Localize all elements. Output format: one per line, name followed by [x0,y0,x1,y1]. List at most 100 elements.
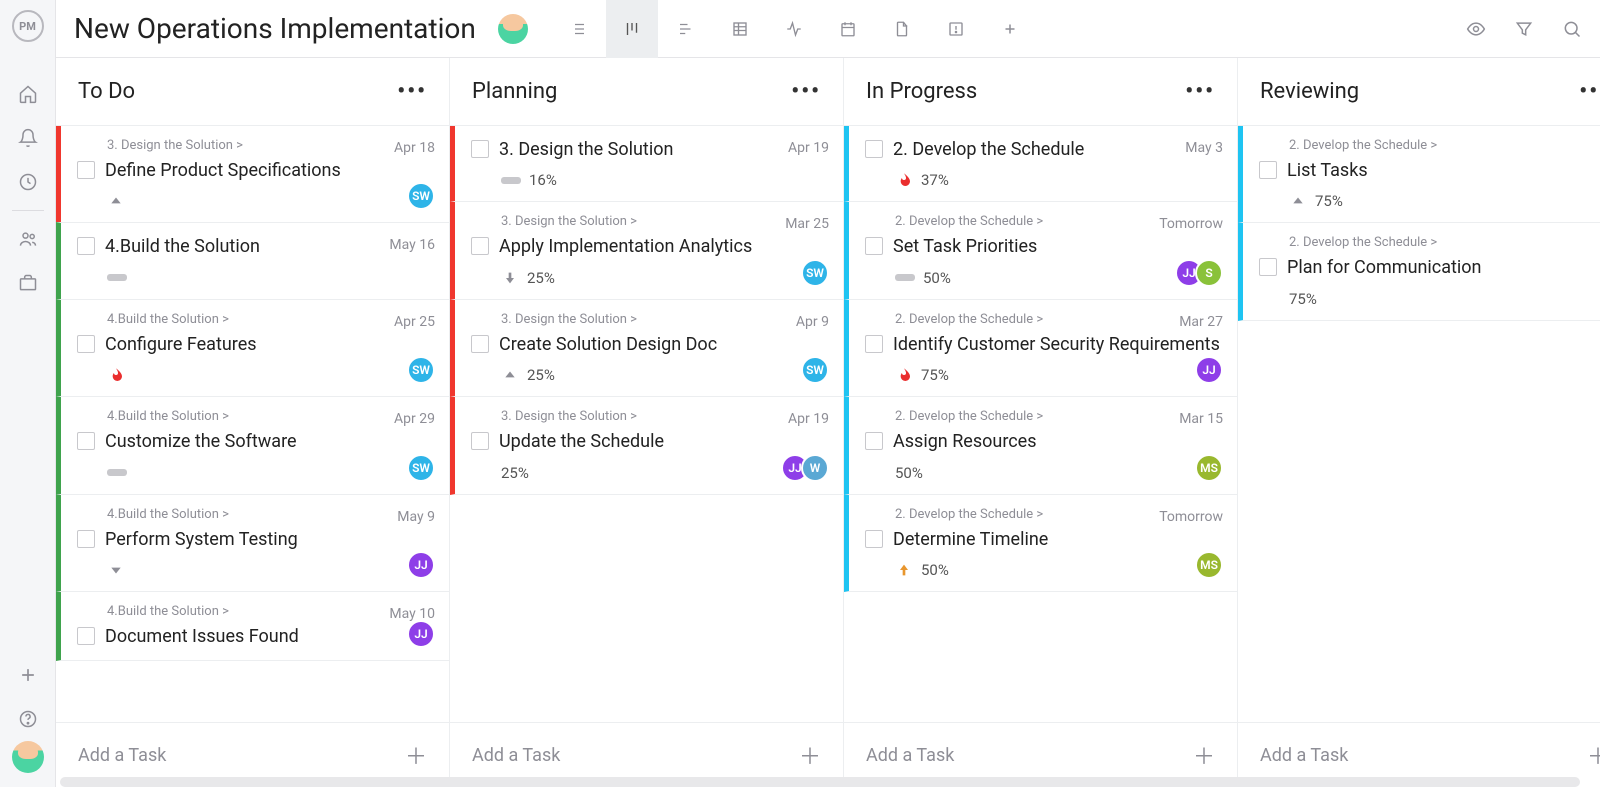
task-card[interactable]: 4.Build the Solution >Configure Features… [56,299,449,397]
card-breadcrumb[interactable]: 3. Design the Solution > [501,312,829,327]
task-checkbox[interactable] [77,627,95,645]
task-card[interactable]: 4.Build the SolutionMay 16 [56,222,449,299]
nav-notifications-icon[interactable] [0,116,56,160]
assignee-avatar[interactable]: JJ [407,620,435,648]
task-due-date: Apr 19 [788,411,829,427]
card-breadcrumb[interactable]: 2. Develop the Schedule > [1289,235,1600,250]
card-breadcrumb[interactable]: 3. Design the Solution > [107,138,435,153]
task-checkbox[interactable] [471,237,489,255]
view-calendar-icon[interactable] [822,0,874,58]
task-card[interactable]: 4.Build the Solution >Document Issues Fo… [56,591,449,661]
assignee-avatar[interactable]: JJ [407,551,435,579]
task-card[interactable]: 3. Design the Solution >Apply Implementa… [450,201,843,299]
task-card[interactable]: 2. Develop the Schedule >Determine Timel… [844,494,1237,592]
card-breadcrumb[interactable]: 2. Develop the Schedule > [895,312,1223,327]
board-column: Reviewing•••2. Develop the Schedule >Lis… [1238,58,1600,787]
view-add-icon[interactable] [984,0,1036,58]
card-meta [107,192,435,210]
assignee-avatar[interactable]: S [1195,259,1223,287]
assignee-avatar[interactable]: JJ [1195,356,1223,384]
nav-team-icon[interactable] [0,217,56,261]
task-card[interactable]: 2. Develop the Schedule >Identify Custom… [844,299,1237,397]
assignee-avatar[interactable]: MS [1195,454,1223,482]
progress-bar-icon [895,274,915,281]
task-card[interactable]: 3. Design the SolutionApr 1916% [450,126,843,202]
card-breadcrumb[interactable]: 4.Build the Solution > [107,312,435,327]
task-checkbox[interactable] [1259,258,1277,276]
view-risks-icon[interactable] [930,0,982,58]
card-breadcrumb[interactable]: 3. Design the Solution > [501,214,829,229]
card-breadcrumb[interactable]: 4.Build the Solution > [107,507,435,522]
assignee-avatar[interactable]: MS [1195,551,1223,579]
card-meta: 50% [895,464,1223,482]
view-board-icon[interactable] [606,0,658,58]
task-checkbox[interactable] [77,335,95,353]
task-assignees: JJW [781,454,829,482]
priority-fire-icon [107,366,125,384]
task-card[interactable]: 2. Develop the Schedule >Plan for Commun… [1238,222,1600,320]
task-card[interactable]: 4.Build the Solution >Perform System Tes… [56,494,449,592]
view-files-icon[interactable] [876,0,928,58]
task-checkbox[interactable] [77,432,95,450]
assignee-avatar[interactable]: SW [407,454,435,482]
priority-high-icon [501,366,519,384]
assignee-avatar[interactable]: SW [801,356,829,384]
task-card[interactable]: 3. Design the Solution >Define Product S… [56,126,449,223]
task-checkbox[interactable] [865,237,883,255]
task-checkbox[interactable] [865,530,883,548]
assignee-avatar[interactable]: SW [801,259,829,287]
column-cards[interactable]: 3. Design the Solution >Define Product S… [56,126,449,722]
view-sheet-icon[interactable] [714,0,766,58]
task-card[interactable]: 2. Develop the ScheduleMay 337% [844,126,1237,202]
app-logo[interactable]: PM [12,10,44,42]
task-card[interactable]: 2. Develop the Schedule >Set Task Priori… [844,201,1237,299]
column-menu-icon[interactable]: ••• [1579,79,1600,104]
nav-projects-icon[interactable] [0,261,56,305]
assignee-avatar[interactable]: SW [407,356,435,384]
task-checkbox[interactable] [865,335,883,353]
card-breadcrumb[interactable]: 2. Develop the Schedule > [1289,138,1600,153]
view-activity-icon[interactable] [768,0,820,58]
task-checkbox[interactable] [865,432,883,450]
task-checkbox[interactable] [77,530,95,548]
task-progress: 16% [529,171,557,189]
task-card[interactable]: 2. Develop the Schedule >List Tasks75% [1238,126,1600,223]
task-checkbox[interactable] [77,161,95,179]
nav-recent-icon[interactable] [0,160,56,204]
nav-help-icon[interactable] [0,697,56,741]
assignee-avatar[interactable]: W [801,454,829,482]
task-checkbox[interactable] [77,237,95,255]
search-icon[interactable] [1562,19,1582,39]
nav-home-icon[interactable] [0,72,56,116]
task-checkbox[interactable] [471,140,489,158]
card-breadcrumb[interactable]: 3. Design the Solution > [501,409,829,424]
board[interactable]: To Do•••3. Design the Solution >Define P… [56,58,1600,787]
card-breadcrumb[interactable]: 4.Build the Solution > [107,409,435,424]
task-card[interactable]: 4.Build the Solution >Customize the Soft… [56,396,449,494]
column-cards[interactable]: 2. Develop the ScheduleMay 337%2. Develo… [844,126,1237,722]
view-list-icon[interactable] [552,0,604,58]
column-menu-icon[interactable]: ••• [791,79,821,104]
column-menu-icon[interactable]: ••• [1185,79,1215,104]
assignee-avatar[interactable]: SW [407,182,435,210]
filter-icon[interactable] [1514,19,1534,39]
task-checkbox[interactable] [865,140,883,158]
column-cards[interactable]: 3. Design the SolutionApr 1916%3. Design… [450,126,843,722]
plus-icon: ＋ [405,739,427,771]
task-card[interactable]: 2. Develop the Schedule >Assign Resource… [844,396,1237,494]
card-breadcrumb[interactable]: 2. Develop the Schedule > [895,409,1223,424]
task-card[interactable]: 3. Design the Solution >Update the Sched… [450,396,843,494]
task-card[interactable]: 3. Design the Solution >Create Solution … [450,299,843,397]
task-checkbox[interactable] [471,335,489,353]
column-menu-icon[interactable]: ••• [397,79,427,104]
project-owner-avatar[interactable] [498,14,528,44]
user-avatar[interactable] [12,741,44,773]
watch-icon[interactable] [1466,19,1486,39]
task-checkbox[interactable] [1259,161,1277,179]
column-cards[interactable]: 2. Develop the Schedule >List Tasks75%2.… [1238,126,1600,722]
horizontal-scrollbar[interactable] [60,777,1580,787]
card-breadcrumb[interactable]: 4.Build the Solution > [107,604,435,619]
view-gantt-icon[interactable] [660,0,712,58]
task-checkbox[interactable] [471,432,489,450]
nav-add-icon[interactable] [0,653,56,697]
